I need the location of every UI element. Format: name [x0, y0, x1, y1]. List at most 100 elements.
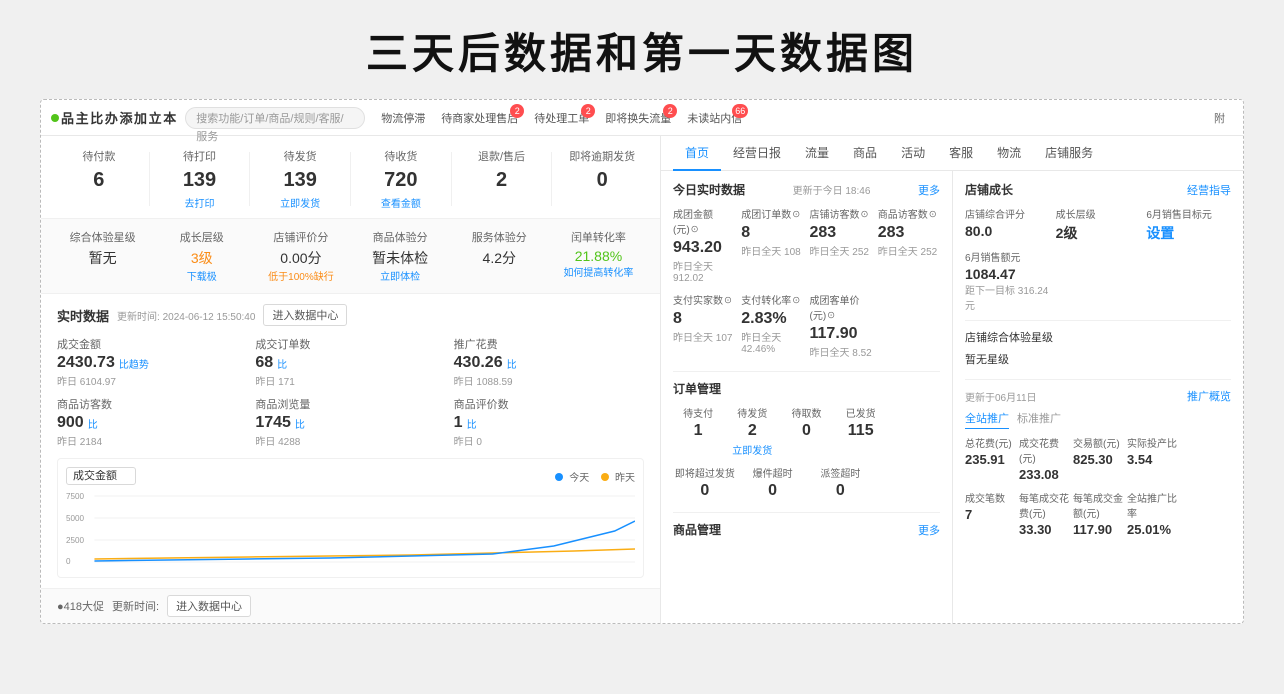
sg-link[interactable]: 经营指导 [1187, 182, 1231, 198]
promo-more-link[interactable]: 推广概览 [1187, 388, 1231, 404]
metric-prev-2: 昨日 1088.59 [454, 373, 644, 388]
stat-link-recv[interactable]: 查看金额 [359, 195, 443, 210]
order-item-overdue: 即将超过发货 0 [673, 465, 737, 500]
promo-value-4: 7 [965, 507, 1015, 522]
order-value-1: 2 [727, 422, 777, 440]
metric-value-1: 68 [255, 354, 273, 372]
promo-tab-1[interactable]: 标准推广 [1017, 410, 1061, 429]
today-grid-2: 支付实家数☉ 8 昨日全天 107 支付转化率☉ 2.83% 昨日全天 42.4… [673, 292, 940, 359]
today-item-1: 成团订单数☉ 8 昨日全天 108 [741, 206, 803, 284]
info-growth: 成长层级 3级 下载极 [156, 229, 247, 283]
metric-label-5: 商品评价数 [454, 396, 644, 412]
right-panel: 首页 经营日报 流量 商品 活动 客服 物流 店铺服务 今日实时数据 更新于今日… [661, 136, 1243, 623]
order-label-0: 待支付 [673, 405, 723, 420]
metric-trend-0[interactable]: 比趋势 [119, 356, 149, 371]
today-value-6: 117.90 [810, 324, 872, 343]
order-link-1[interactable]: 立即发货 [727, 442, 777, 457]
bottom-update: 更新时间: [112, 598, 159, 614]
nav-item-flow[interactable]: 即将换失流量 2 [597, 100, 679, 136]
divider1 [149, 152, 150, 206]
metric-trend-5[interactable]: 比 [467, 416, 477, 431]
product-more-link[interactable]: 更多 [918, 522, 940, 538]
metric-label-0: 成交金额 [57, 336, 247, 352]
divider2 [249, 152, 250, 206]
stat-link-ship[interactable]: 立即发货 [258, 195, 342, 210]
metric-visitors: 商品访客数 900 比 昨日 2184 [57, 396, 247, 448]
tab-service[interactable]: 客服 [937, 136, 985, 171]
tab-traffic[interactable]: 流量 [793, 136, 841, 171]
right-side: 店铺成长 经营指导 店铺综合评分 80.0 成长层级 2级 [953, 171, 1243, 623]
stat-refund: 退款/售后 2 [460, 148, 544, 210]
info-conversion: 闰单转化率 21.88% 如何提高转化率 [553, 229, 644, 283]
order-label-pkg: 爆件超时 [741, 465, 805, 480]
stat-link-print[interactable]: 去打印 [158, 195, 242, 210]
info-row: 综合体验星级 暂无 成长层级 3级 下载极 店铺评价分 0.00分 低于100%… [41, 219, 660, 294]
sg-label-0: 店铺综合评分 [965, 206, 1050, 221]
today-value-3: 283 [878, 223, 940, 242]
nav-item-aftersale[interactable]: 待商家处理售后 2 [433, 100, 526, 136]
realtime-section: 实时数据 更新时间: 2024-06-12 15:50:40 进入数据中心 成交… [41, 294, 660, 588]
stat-label-ship: 待发货 [258, 148, 342, 164]
search-bar[interactable]: 搜索功能/订单/商品/规则/客服/服务 [185, 107, 365, 129]
bottom-enter-button[interactable]: 进入数据中心 [167, 595, 251, 617]
legend-dot-today [555, 473, 563, 481]
promo-value-3: 3.54 [1127, 452, 1177, 467]
tab-shop-service[interactable]: 店铺服务 [1033, 136, 1105, 171]
nav-item-messages[interactable]: 未读站内信 66 [679, 100, 750, 136]
nav-item-logistics[interactable]: 物流停滞 [373, 100, 433, 136]
main-heading: 三天后数据和第一天数据图 [0, 0, 1284, 99]
order-value-sign: 0 [809, 482, 873, 500]
divider5 [551, 152, 552, 206]
sg-value-2[interactable]: 设置 [1146, 223, 1231, 243]
sg-item-0: 店铺综合评分 80.0 [965, 206, 1050, 243]
order-row1: 待支付 1 待发货 2 立即发货 待取数 0 [673, 405, 940, 457]
metric-trend-2[interactable]: 比 [507, 356, 517, 371]
nav-item-ticket[interactable]: 待处理工单 2 [526, 100, 597, 136]
tab-daily[interactable]: 经营日报 [721, 136, 793, 171]
top-nav: 品 主 比 办 添 加 立 本 搜索功能/订单/商品/规则/客服/服务 物流停滞… [41, 100, 1243, 136]
order-label-3: 已发货 [836, 405, 886, 420]
metric-trend-3[interactable]: 比 [88, 416, 98, 431]
promo-header: 更新于06月11日 推广概览 [965, 388, 1231, 404]
today-more-link[interactable]: 更多 [918, 182, 940, 198]
sg-star-value: 暂无星级 [965, 351, 1231, 367]
info-experience: 综合体验星级 暂无 [57, 229, 148, 283]
today-value-1: 8 [741, 223, 803, 242]
tab-home[interactable]: 首页 [673, 136, 721, 171]
promo-label-4: 成交笔数 [965, 490, 1015, 505]
order-item-0: 待支付 1 [673, 405, 723, 457]
tab-activities[interactable]: 活动 [889, 136, 937, 171]
svg-text:7500: 7500 [66, 492, 85, 501]
info-product-exp: 商品体验分 暂未体检 立即体检 [355, 229, 446, 283]
sg-divider [965, 320, 1231, 321]
chart-metric-select[interactable]: 成交金额 [66, 467, 136, 485]
promo-value-7: 25.01% [1127, 522, 1177, 537]
stat-value-ship: 139 [258, 168, 342, 192]
promo-label-7: 全站推广比率 [1127, 490, 1177, 520]
sg-value-1: 2级 [1056, 223, 1141, 243]
bottom-bar: ●418大促 更新时间: 进入数据中心 [41, 588, 660, 623]
metric-trend-1[interactable]: 比 [277, 356, 287, 371]
chart-area: 成交金额 今天 昨天 [57, 458, 644, 578]
enter-data-center-button[interactable]: 进入数据中心 [263, 304, 347, 326]
promo-tab-0[interactable]: 全站推广 [965, 410, 1009, 429]
promo-label-5: 每笔成交花费(元) [1019, 490, 1069, 520]
today-label-5: 支付转化率☉ [741, 292, 803, 307]
divider-today-order [673, 371, 940, 372]
order-value-ov: 0 [673, 482, 737, 500]
promo-value-2: 825.30 [1073, 452, 1123, 467]
tab-logistics[interactable]: 物流 [985, 136, 1033, 171]
order-item-pkg: 爆件超时 0 [741, 465, 805, 500]
realtime-header: 实时数据 更新时间: 2024-06-12 15:50:40 进入数据中心 [57, 304, 644, 326]
today-item-4: 支付实家数☉ 8 昨日全天 107 [673, 292, 735, 359]
shop-growth: 店铺成长 经营指导 店铺综合评分 80.0 成长层级 2级 [965, 181, 1231, 367]
sg-label-3: 6月销售额元 [965, 249, 1050, 264]
today-title: 今日实时数据 [673, 181, 745, 198]
tab-products[interactable]: 商品 [841, 136, 889, 171]
metric-trend-4[interactable]: 比 [295, 416, 305, 431]
metric-label-1: 成交订单数 [255, 336, 445, 352]
metric-prev-5: 昨日 0 [454, 433, 644, 448]
badge-ticket: 2 [581, 104, 595, 118]
main-content: 待付款 6 待打印 139 去打印 待发货 139 立即发货 [41, 136, 1243, 623]
chart-controls: 成交金额 今天 昨天 [66, 467, 635, 485]
